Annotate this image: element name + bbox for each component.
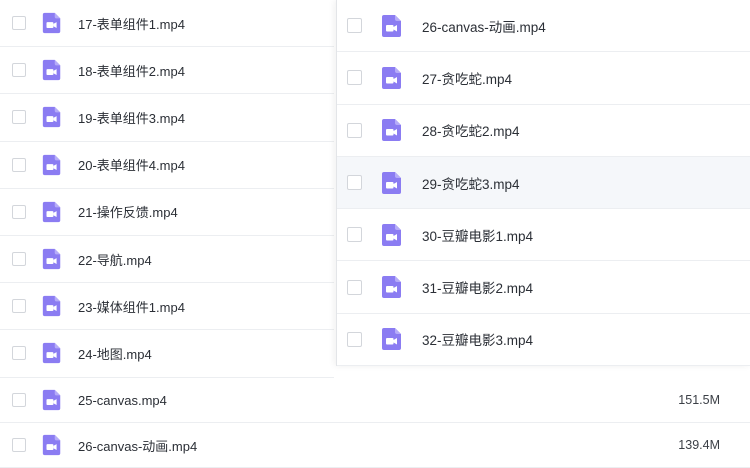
video-file-icon — [41, 342, 63, 364]
file-row[interactable]: 19-表单组件3.mp4 — [0, 94, 334, 142]
video-file-icon — [380, 275, 404, 299]
file-name: 22-导航.mp4 — [78, 252, 152, 268]
row-checkbox[interactable] — [347, 175, 362, 191]
row-checkbox[interactable] — [12, 110, 26, 125]
file-name: 30-豆瓣电影1.mp4 — [422, 228, 534, 244]
drag-preview-panel: 26-canvas-动画.mp4 27-贪吃蛇.mp4 28-贪吃蛇2.mp4 … — [336, 0, 750, 367]
file-row[interactable]: 26-canvas-动画.mp4 — [337, 0, 750, 53]
file-row[interactable]: 18-表单组件2.mp4 — [0, 47, 334, 95]
row-checkbox[interactable] — [12, 346, 26, 361]
file-name: 27-贪吃蛇.mp4 — [422, 71, 513, 87]
file-name: 23-媒体组件1.mp4 — [78, 299, 185, 315]
row-checkbox[interactable] — [347, 18, 362, 34]
file-row[interactable]: 20-表单组件4.mp4 — [0, 142, 334, 189]
file-name: 18-表单组件2.mp4 — [78, 63, 185, 79]
row-checkbox[interactable] — [12, 299, 26, 314]
video-file-icon — [41, 106, 63, 128]
file-name: 25-canvas.mp4 — [78, 392, 167, 408]
file-name: 29-贪吃蛇3.mp4 — [422, 176, 520, 192]
row-checkbox[interactable] — [12, 204, 26, 219]
file-name: 26-canvas-动画.mp4 — [78, 438, 198, 454]
row-checkbox[interactable] — [12, 393, 26, 407]
file-row[interactable]: 31-豆瓣电影2.mp4 — [337, 261, 750, 314]
file-row[interactable]: 23-媒体组件1.mp4 — [0, 283, 334, 331]
file-size: 151.5M — [678, 393, 720, 407]
file-row[interactable]: 30-豆瓣电影1.mp4 — [337, 209, 750, 262]
file-row[interactable]: 21-操作反馈.mp4 — [0, 189, 334, 236]
video-file-icon — [41, 295, 63, 317]
file-name: 24-地图.mp4 — [78, 346, 152, 362]
file-name: 28-贪吃蛇2.mp4 — [422, 124, 520, 140]
video-file-icon — [41, 434, 63, 456]
video-file-icon — [380, 223, 404, 247]
file-name: 21-操作反馈.mp4 — [78, 205, 178, 221]
row-checkbox[interactable] — [347, 227, 362, 243]
file-row-hovered[interactable]: 29-贪吃蛇3.mp4 — [337, 156, 750, 210]
row-checkbox[interactable] — [347, 331, 362, 347]
file-row[interactable]: 27-贪吃蛇.mp4 — [337, 52, 750, 105]
file-row[interactable]: 28-贪吃蛇2.mp4 — [337, 105, 750, 157]
row-checkbox[interactable] — [347, 279, 362, 295]
file-row[interactable]: 22-导航.mp4 — [0, 236, 334, 284]
file-row[interactable]: 24-地图.mp4 — [0, 330, 334, 378]
file-list-bottom: 25-canvas.mp4 151.5M 26-canvas-动画.mp4 13… — [0, 378, 750, 468]
video-file-icon — [41, 12, 63, 34]
file-row[interactable]: 26-canvas-动画.mp4 139.4M — [0, 423, 750, 468]
file-row[interactable]: 25-canvas.mp4 151.5M — [0, 378, 750, 423]
row-checkbox[interactable] — [347, 122, 362, 138]
video-file-icon — [41, 154, 63, 176]
file-row[interactable]: 32-豆瓣电影3.mp4 — [337, 314, 750, 367]
row-checkbox[interactable] — [12, 157, 26, 172]
row-checkbox[interactable] — [12, 252, 26, 267]
row-checkbox[interactable] — [12, 16, 26, 31]
video-file-icon — [380, 327, 404, 351]
video-file-icon — [380, 171, 404, 195]
video-file-icon — [41, 389, 63, 411]
file-row[interactable]: 17-表单组件1.mp4 — [0, 0, 334, 48]
file-name: 20-表单组件4.mp4 — [78, 158, 185, 174]
video-file-icon — [41, 59, 63, 81]
video-file-icon — [41, 201, 63, 223]
file-name: 17-表单组件1.mp4 — [78, 16, 185, 32]
file-list: 17-表单组件1.mp4 18-表单组件2.mp4 19-表单组件3.mp4 2… — [0, 0, 334, 378]
row-checkbox[interactable] — [12, 438, 26, 452]
file-name: 19-表单组件3.mp4 — [78, 110, 185, 126]
file-name: 26-canvas-动画.mp4 — [422, 19, 546, 35]
file-size: 139.4M — [678, 438, 720, 452]
row-checkbox[interactable] — [12, 63, 26, 78]
file-name: 32-豆瓣电影3.mp4 — [422, 333, 534, 349]
video-file-icon — [41, 248, 63, 270]
video-file-icon — [380, 66, 404, 90]
video-file-icon — [380, 14, 404, 38]
file-name: 31-豆瓣电影2.mp4 — [422, 281, 534, 297]
row-checkbox[interactable] — [347, 70, 362, 86]
video-file-icon — [380, 118, 404, 142]
